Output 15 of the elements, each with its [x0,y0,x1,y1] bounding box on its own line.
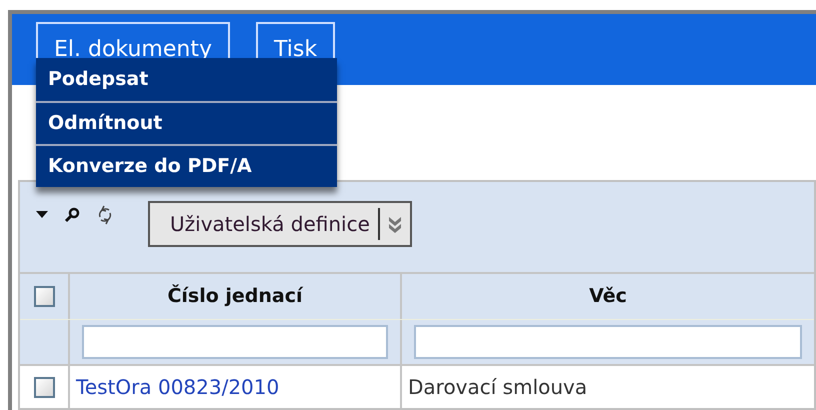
menu-item[interactable]: Konverze do PDF/A [36,144,337,187]
checkbox[interactable] [34,286,54,307]
table-cell-text: Darovací smlouva [408,374,588,401]
user-definition-button[interactable]: Uživatelská definice [148,201,412,247]
reference-link[interactable]: TestOra 00823/2010 [76,372,280,402]
refresh-icon[interactable] [96,205,114,225]
filter-field[interactable] [82,325,388,359]
menu-item[interactable]: Odmítnout [36,101,337,144]
column-header[interactable]: Číslo jednací [70,274,402,319]
dropdown-icon[interactable] [36,211,48,219]
search-icon[interactable] [64,207,80,223]
checkbox[interactable] [34,376,54,398]
column-header[interactable]: Věc [402,274,814,319]
collapse-icon [388,214,402,234]
filter-field[interactable] [414,325,802,359]
